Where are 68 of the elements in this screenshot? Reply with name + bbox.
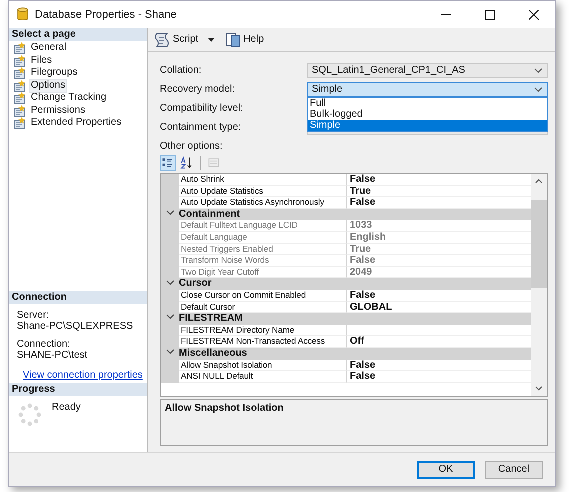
caret-icon bbox=[208, 38, 215, 42]
script-button[interactable]: Script bbox=[152, 30, 217, 48]
database-icon bbox=[17, 7, 29, 22]
property-value[interactable]: True bbox=[347, 186, 531, 198]
page-icon bbox=[14, 67, 26, 80]
page-icon bbox=[14, 80, 26, 92]
field-label: Collation: bbox=[160, 65, 203, 76]
close-icon[interactable] bbox=[529, 10, 539, 20]
page-icon bbox=[14, 104, 26, 117]
dropdown-option[interactable]: Bulk-logged bbox=[308, 109, 547, 120]
sidebar-item[interactable]: Permissions bbox=[30, 104, 86, 117]
connection-value: Shane-PC\SQLEXPRESS bbox=[17, 321, 134, 332]
page-icon bbox=[14, 54, 26, 67]
sidebar-item[interactable]: Options bbox=[30, 80, 66, 92]
sidebar-item[interactable]: Filegroups bbox=[30, 67, 79, 80]
window-title: Database Properties - Shane bbox=[35, 8, 177, 20]
category-header: FILESTREAM bbox=[179, 313, 243, 325]
section-header: Progress bbox=[9, 383, 147, 396]
dropdown-field[interactable]: SQL_Latin1_General_CP1_CI_AS bbox=[307, 63, 548, 78]
chevron-icon bbox=[534, 68, 543, 74]
category-header: Miscellaneous bbox=[179, 348, 248, 360]
sidebar-item[interactable]: Extended Properties bbox=[30, 117, 123, 130]
script-icon bbox=[154, 32, 170, 48]
property-name[interactable]: Auto Update Statistics bbox=[179, 186, 347, 198]
help-icon bbox=[224, 32, 241, 48]
other-options-label: Other options: bbox=[159, 140, 224, 152]
field-label: Recovery model: bbox=[160, 84, 236, 95]
categorized-icon[interactable] bbox=[160, 155, 176, 171]
sidebar-item[interactable]: Change Tracking bbox=[30, 92, 108, 104]
ok-button[interactable]: OK bbox=[417, 460, 475, 478]
property-name[interactable]: Allow Snapshot Isolation bbox=[179, 360, 347, 372]
property-value[interactable]: False bbox=[347, 290, 531, 302]
page-icon bbox=[14, 42, 26, 54]
property-name[interactable]: Close Cursor on Commit Enabled bbox=[179, 290, 347, 302]
chevron-icon bbox=[534, 86, 543, 92]
scroll-thumb[interactable] bbox=[531, 200, 547, 288]
property-name[interactable]: Auto Shrink bbox=[179, 174, 347, 186]
property-value[interactable]: False bbox=[347, 360, 531, 372]
dropdown-option[interactable]: Simple bbox=[308, 120, 547, 131]
sidebar-item[interactable]: General bbox=[30, 42, 68, 54]
category-header: Containment bbox=[179, 208, 240, 220]
page-icon bbox=[14, 117, 26, 130]
maximize-icon[interactable] bbox=[485, 10, 495, 20]
row-gutter bbox=[161, 371, 179, 383]
field-label: Containment type: bbox=[160, 122, 242, 133]
progress-status: Ready bbox=[52, 403, 81, 413]
field-label: Compatibility level: bbox=[160, 103, 244, 114]
section-header: Select a page bbox=[9, 28, 147, 41]
property-value[interactable]: False bbox=[347, 371, 531, 383]
help-button[interactable]: Help bbox=[222, 30, 266, 48]
property-name[interactable]: ANSI NULL Default bbox=[179, 371, 347, 383]
property-name[interactable]: FILESTREAM Directory Name bbox=[179, 324, 347, 336]
dropdown-field[interactable]: Simple bbox=[307, 82, 548, 97]
sidebar-item[interactable]: Files bbox=[30, 54, 54, 67]
connection-label: Connection: bbox=[17, 339, 72, 350]
view-connection-link[interactable]: View connection properties bbox=[23, 370, 143, 381]
section-header: Connection bbox=[9, 291, 147, 304]
dropdown-option[interactable]: Full bbox=[308, 98, 547, 109]
description-title: Allow Snapshot Isolation bbox=[165, 403, 284, 414]
property-value[interactable]: False bbox=[347, 174, 531, 186]
row-gutter bbox=[161, 174, 179, 186]
connection-value: SHANE-PC\test bbox=[17, 350, 89, 361]
category-header: Cursor bbox=[179, 278, 212, 290]
page-icon bbox=[14, 92, 26, 104]
scrollbar[interactable] bbox=[531, 174, 547, 396]
connection-label: Server: bbox=[17, 310, 50, 321]
spinner-icon bbox=[18, 403, 42, 427]
cancel-button[interactable]: Cancel bbox=[485, 460, 543, 478]
